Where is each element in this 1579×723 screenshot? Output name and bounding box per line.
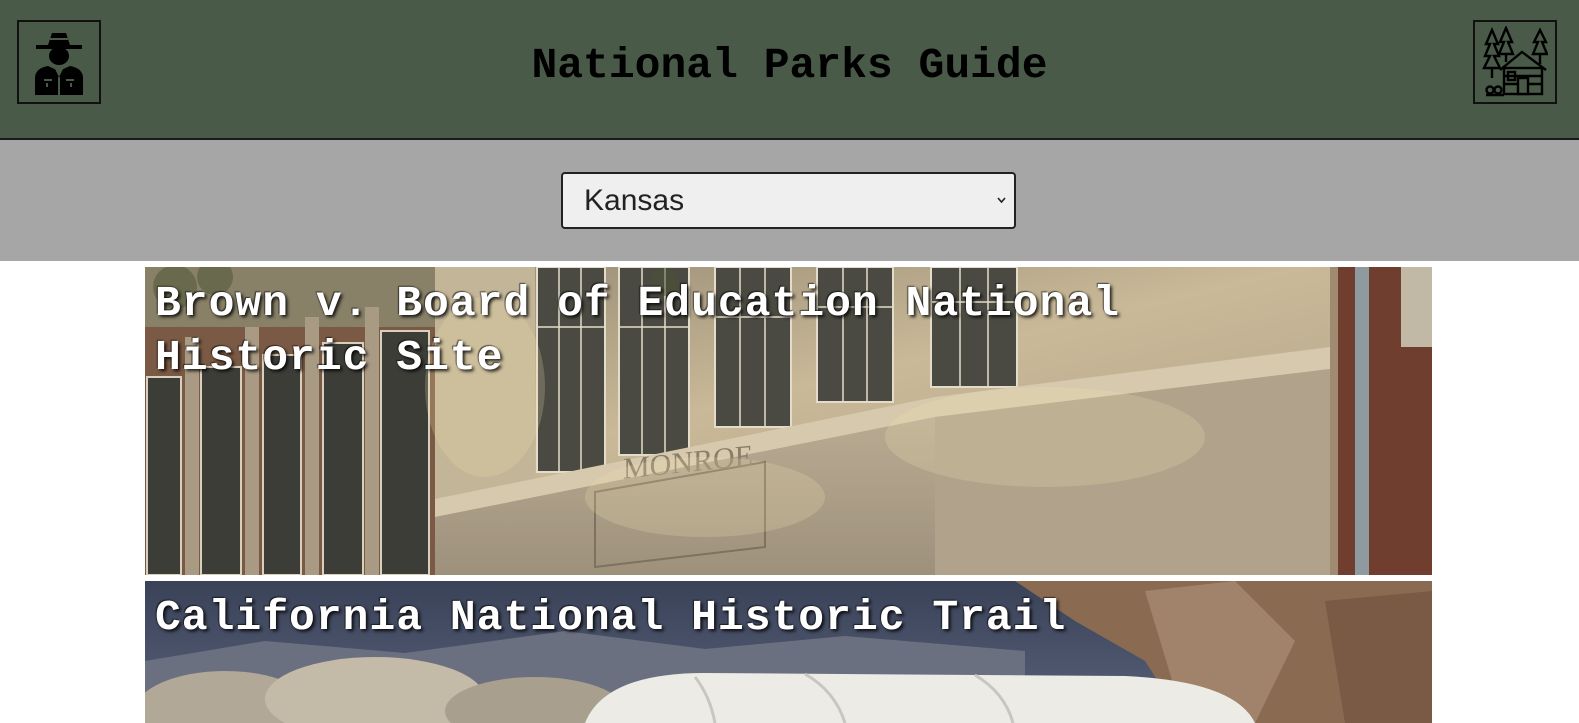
park-card[interactable]: California National Historic Trail bbox=[145, 581, 1432, 723]
selected-state: Kansas bbox=[584, 183, 685, 217]
park-card[interactable]: MONROE Brown v. Board of Education Natio… bbox=[145, 267, 1432, 575]
state-filter-bar: Kansas bbox=[0, 140, 1579, 261]
park-name: California National Historic Trail bbox=[155, 593, 1067, 642]
cabin-logo[interactable] bbox=[1473, 20, 1557, 104]
chevron-down-icon bbox=[997, 197, 1006, 204]
page-title: National Parks Guide bbox=[531, 41, 1048, 90]
site-header: National Parks Guide bbox=[0, 0, 1579, 140]
state-select-dropdown[interactable]: Kansas bbox=[561, 172, 1016, 229]
cabin-in-forest-icon bbox=[1482, 26, 1548, 97]
park-name: Brown v. Board of Education National His… bbox=[155, 279, 1120, 382]
